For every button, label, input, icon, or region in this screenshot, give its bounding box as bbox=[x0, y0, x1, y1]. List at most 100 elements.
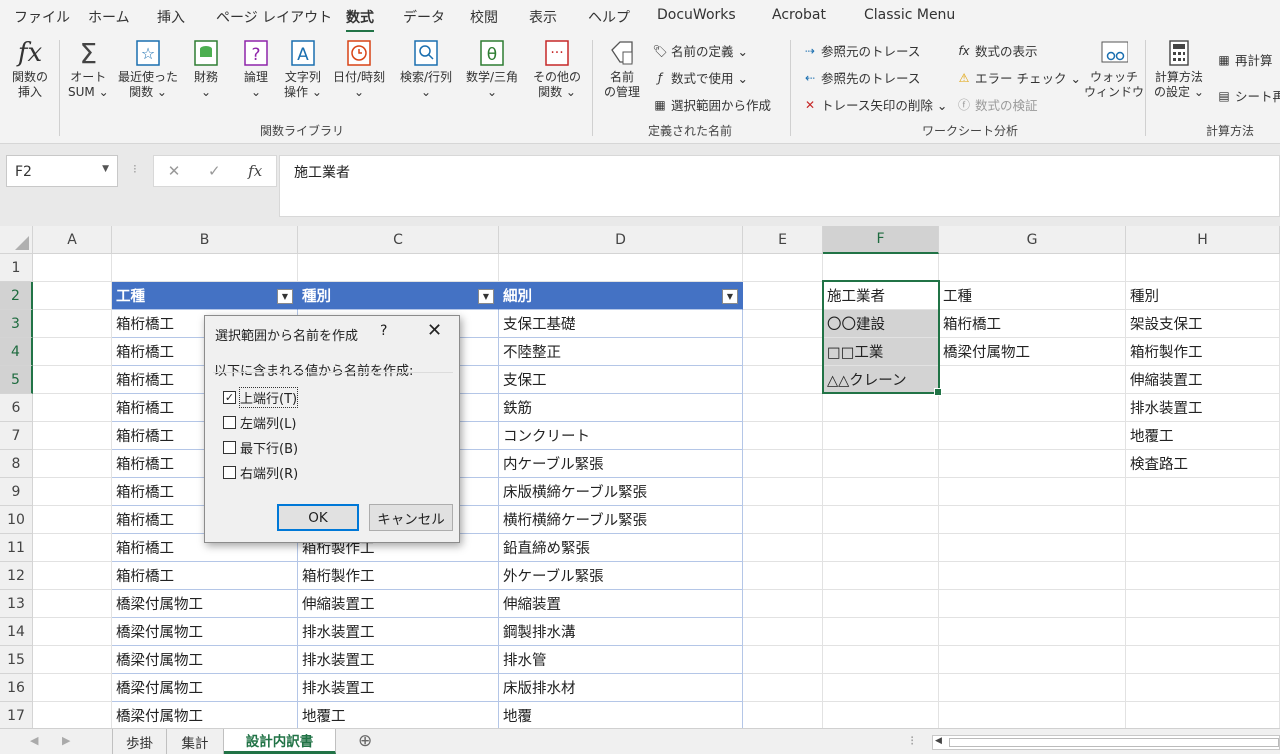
financial-button[interactable]: 財務 ⌄ bbox=[192, 38, 220, 100]
cell[interactable] bbox=[33, 534, 112, 562]
cell[interactable] bbox=[823, 450, 939, 478]
cell[interactable] bbox=[33, 282, 112, 310]
cell[interactable] bbox=[33, 618, 112, 646]
cell[interactable] bbox=[743, 590, 823, 618]
filter-dropdown-icon[interactable]: ▼ bbox=[478, 289, 494, 304]
table-cell[interactable]: 橋梁付属物工 bbox=[112, 590, 298, 618]
cell[interactable] bbox=[1126, 702, 1280, 730]
cell[interactable] bbox=[743, 282, 823, 310]
cell[interactable] bbox=[743, 422, 823, 450]
cell[interactable] bbox=[939, 702, 1126, 730]
cell[interactable] bbox=[823, 646, 939, 674]
check-icon[interactable]: ✓ bbox=[208, 162, 221, 180]
cell[interactable] bbox=[33, 394, 112, 422]
calc-now-button[interactable]: ▦ 再計算 bbox=[1216, 50, 1272, 69]
watch-window-button[interactable]: ウォッチ ウィンドウ bbox=[1084, 38, 1144, 100]
column-header-g[interactable]: G bbox=[939, 226, 1126, 254]
cell[interactable] bbox=[823, 422, 939, 450]
cell[interactable] bbox=[33, 590, 112, 618]
column-header-h[interactable]: H bbox=[1126, 226, 1280, 254]
cell[interactable] bbox=[33, 338, 112, 366]
table-cell[interactable]: 外ケーブル緊張 bbox=[499, 562, 743, 590]
cell[interactable] bbox=[743, 506, 823, 534]
cell[interactable] bbox=[823, 254, 939, 282]
list-f-cell[interactable]: 〇〇建設 bbox=[823, 310, 939, 338]
cell[interactable] bbox=[823, 590, 939, 618]
logical-button[interactable]: ? 論理 ⌄ bbox=[242, 38, 270, 100]
cell[interactable] bbox=[939, 618, 1126, 646]
select-all-button[interactable] bbox=[0, 226, 33, 254]
recent-functions-button[interactable]: ☆ 最近使った 関数 ⌄ bbox=[118, 38, 178, 100]
cell[interactable] bbox=[743, 646, 823, 674]
menu-tab[interactable]: Classic Menu bbox=[864, 7, 955, 23]
cell[interactable] bbox=[33, 478, 112, 506]
insert-function-button[interactable]: fx 関数の 挿入 bbox=[12, 38, 48, 100]
table-cell[interactable]: 伸縮装置工 bbox=[298, 590, 499, 618]
trace-precedents-button[interactable]: ⇢ 参照元のトレース bbox=[802, 41, 920, 60]
trace-dependents-button[interactable]: ⇠ 参照先のトレース bbox=[802, 68, 920, 87]
menu-tab[interactable]: DocuWorks bbox=[657, 7, 736, 23]
list-g-cell[interactable]: 橋梁付属物工 bbox=[939, 338, 1126, 366]
cell[interactable] bbox=[823, 562, 939, 590]
add-sheet-icon[interactable]: ⊕ bbox=[358, 731, 372, 751]
table-cell[interactable]: 地覆 bbox=[499, 702, 743, 730]
cell[interactable] bbox=[1126, 254, 1280, 282]
cell[interactable] bbox=[939, 366, 1126, 394]
math-button[interactable]: θ 数学/三角 ⌄ bbox=[466, 38, 518, 100]
cell[interactable] bbox=[33, 702, 112, 730]
text-functions-button[interactable]: A 文字列 操作 ⌄ bbox=[284, 38, 322, 100]
menu-tab[interactable]: Acrobat bbox=[772, 7, 826, 23]
cell[interactable] bbox=[823, 534, 939, 562]
sheet-tab[interactable]: 集計 bbox=[167, 729, 224, 754]
table-header-cell[interactable]: 細別 ▼ bbox=[499, 282, 743, 310]
cell[interactable] bbox=[33, 366, 112, 394]
cell[interactable] bbox=[112, 254, 298, 282]
cell[interactable] bbox=[1126, 590, 1280, 618]
next-sheet-icon[interactable]: ▶ bbox=[62, 734, 70, 747]
column-header-a[interactable]: A bbox=[33, 226, 112, 254]
list-f-cell[interactable]: 施工業者 bbox=[823, 282, 939, 310]
cell[interactable] bbox=[1126, 478, 1280, 506]
cell[interactable] bbox=[499, 254, 743, 282]
cell[interactable] bbox=[939, 478, 1126, 506]
cell[interactable] bbox=[1126, 562, 1280, 590]
checkbox-icon[interactable]: ✓ bbox=[223, 391, 236, 404]
cell[interactable] bbox=[939, 506, 1126, 534]
cell[interactable] bbox=[939, 674, 1126, 702]
cancel-icon[interactable]: ✕ bbox=[168, 162, 181, 180]
row-header-16[interactable]: 16 bbox=[0, 674, 33, 702]
list-g-cell[interactable]: 箱桁橋工 bbox=[939, 310, 1126, 338]
row-header-8[interactable]: 8 bbox=[0, 450, 33, 478]
fx-icon[interactable]: fx bbox=[248, 162, 262, 180]
lookup-button[interactable]: 検索/行列 ⌄ bbox=[400, 38, 452, 100]
menu-tab[interactable]: ファイル bbox=[14, 7, 70, 27]
table-cell[interactable]: 排水装置工 bbox=[298, 618, 499, 646]
list-h-cell[interactable]: 箱桁製作工 bbox=[1126, 338, 1280, 366]
row-header-10[interactable]: 10 bbox=[0, 506, 33, 534]
cell[interactable] bbox=[33, 506, 112, 534]
list-g-cell[interactable]: 工種 bbox=[939, 282, 1126, 310]
table-cell[interactable]: 橋梁付属物工 bbox=[112, 646, 298, 674]
menu-tab[interactable]: 挿入 bbox=[157, 7, 185, 27]
table-cell[interactable]: 橋梁付属物工 bbox=[112, 702, 298, 730]
menu-tab[interactable]: データ bbox=[403, 7, 445, 27]
table-cell[interactable]: 箱桁製作工 bbox=[298, 562, 499, 590]
cell[interactable] bbox=[743, 478, 823, 506]
table-cell[interactable]: 支保工 bbox=[499, 366, 743, 394]
table-cell[interactable]: 床版排水材 bbox=[499, 674, 743, 702]
horizontal-scrollbar[interactable]: ◀ bbox=[932, 735, 1280, 750]
checkbox-icon[interactable] bbox=[223, 466, 236, 479]
cell[interactable] bbox=[939, 394, 1126, 422]
cell[interactable] bbox=[298, 254, 499, 282]
cell[interactable] bbox=[743, 450, 823, 478]
menu-tab[interactable]: 数式 bbox=[346, 7, 374, 33]
cell[interactable] bbox=[743, 338, 823, 366]
help-button[interactable]: ? bbox=[380, 323, 387, 339]
list-h-cell[interactable]: 排水装置工 bbox=[1126, 394, 1280, 422]
menu-tab[interactable]: 表示 bbox=[529, 7, 557, 27]
row-header-7[interactable]: 7 bbox=[0, 422, 33, 450]
row-header-17[interactable]: 17 bbox=[0, 702, 33, 730]
checkbox-icon[interactable] bbox=[223, 416, 236, 429]
define-name-button[interactable]: 🏷 名前の定義 ⌄ bbox=[652, 41, 748, 60]
row-header-12[interactable]: 12 bbox=[0, 562, 33, 590]
